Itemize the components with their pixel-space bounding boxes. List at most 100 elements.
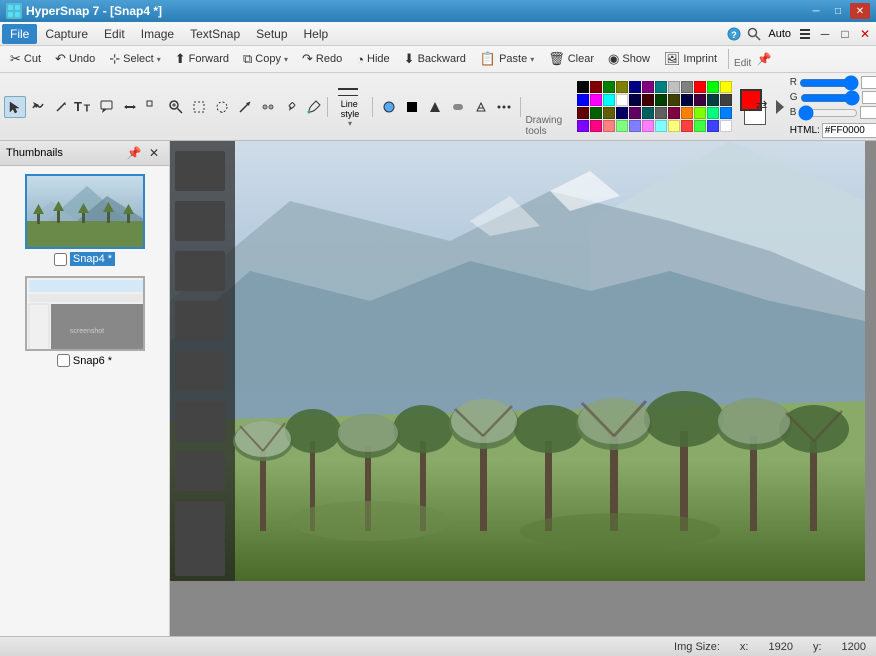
window-min-btn-toolbar[interactable]: ─: [816, 25, 834, 43]
undo-button[interactable]: ↶ Undo: [49, 48, 101, 70]
color-cell-15[interactable]: [616, 94, 628, 106]
imprint-button[interactable]: 🖼 Imprint: [658, 48, 723, 70]
color-cell-39[interactable]: [616, 120, 628, 132]
color-cell-16[interactable]: [629, 94, 641, 106]
canvas-area[interactable]: [170, 141, 876, 636]
color-cell-5[interactable]: [642, 81, 654, 93]
color-cell-10[interactable]: [707, 81, 719, 93]
color-cell-11[interactable]: [720, 81, 732, 93]
color-cell-37[interactable]: [590, 120, 602, 132]
window-restore-btn-toolbar[interactable]: □: [836, 25, 854, 43]
color-cell-44[interactable]: [681, 120, 693, 132]
outline-btn[interactable]: [424, 96, 446, 118]
backward-button[interactable]: ⬇ Backward: [398, 48, 472, 70]
copy-button[interactable]: ⧉ Copy ▾: [237, 48, 294, 70]
pen-tool-btn[interactable]: [50, 96, 72, 118]
effects-tool-btn[interactable]: [257, 96, 279, 118]
b-value[interactable]: 0: [860, 106, 876, 119]
color-cell-17[interactable]: [642, 94, 654, 106]
color-cell-12[interactable]: [577, 94, 589, 106]
color-cell-29[interactable]: [642, 107, 654, 119]
swap-colors-btn[interactable]: ⇄: [756, 97, 768, 114]
color-cell-41[interactable]: [642, 120, 654, 132]
more-tools-btn[interactable]: [142, 96, 164, 118]
line-style-button[interactable]: Linestyle ▾: [333, 82, 367, 131]
menu-help[interactable]: Help: [296, 24, 337, 44]
color-cell-24[interactable]: [577, 107, 589, 119]
dropper-tool-btn[interactable]: [280, 96, 302, 118]
color-cell-18[interactable]: [655, 94, 667, 106]
maximize-button[interactable]: □: [828, 3, 848, 19]
arrow-tool-btn[interactable]: [234, 96, 256, 118]
select-tool-btn[interactable]: [4, 96, 26, 118]
black-fill-btn[interactable]: [401, 96, 423, 118]
snap6-name[interactable]: Snap6 *: [73, 355, 112, 367]
color-cell-42[interactable]: [655, 120, 667, 132]
snap4-thumbnail-img[interactable]: [25, 174, 145, 249]
color-cell-28[interactable]: [629, 107, 641, 119]
color-cell-2[interactable]: [603, 81, 615, 93]
color-cell-20[interactable]: [681, 94, 693, 106]
color-cell-7[interactable]: [668, 81, 680, 93]
color-fill-btn[interactable]: [378, 96, 400, 118]
help-icon-btn[interactable]: ?: [725, 25, 743, 43]
menu-file[interactable]: File: [2, 24, 37, 44]
paint-btn[interactable]: [470, 96, 492, 118]
color-cell-32[interactable]: [681, 107, 693, 119]
select-button[interactable]: ⊹ Select ▾: [103, 48, 167, 70]
html-color-input[interactable]: [822, 123, 876, 138]
move-tool-btn[interactable]: [119, 96, 141, 118]
snap4-checkbox[interactable]: [54, 253, 67, 266]
color-cell-19[interactable]: [668, 94, 680, 106]
b-slider[interactable]: [798, 109, 858, 117]
close-button[interactable]: ✕: [850, 3, 870, 19]
callout-tool-btn[interactable]: [96, 96, 118, 118]
color-cell-38[interactable]: [603, 120, 615, 132]
menu-edit[interactable]: Edit: [96, 24, 133, 44]
freeform-tool-btn[interactable]: [27, 96, 49, 118]
round-rect-btn[interactable]: [447, 96, 469, 118]
color-cell-47[interactable]: [720, 120, 732, 132]
window-close-btn-toolbar[interactable]: ✕: [856, 25, 874, 43]
color-cell-9[interactable]: [694, 81, 706, 93]
more-fill-btn[interactable]: [493, 96, 515, 118]
color-cell-1[interactable]: [590, 81, 602, 93]
color-cell-40[interactable]: [629, 120, 641, 132]
color-cell-30[interactable]: [655, 107, 667, 119]
thumbnails-close-btn[interactable]: ✕: [145, 144, 163, 162]
color-cell-25[interactable]: [590, 107, 602, 119]
menu-setup[interactable]: Setup: [248, 24, 295, 44]
snap6-checkbox[interactable]: [57, 354, 70, 367]
color-arrow-btn[interactable]: [772, 96, 788, 118]
g-slider[interactable]: [800, 94, 860, 102]
crop-tool-btn[interactable]: [188, 96, 210, 118]
color-cell-0[interactable]: [577, 81, 589, 93]
minimize-button[interactable]: ─: [806, 3, 826, 19]
color-cell-33[interactable]: [694, 107, 706, 119]
color-cell-34[interactable]: [707, 107, 719, 119]
menu-capture[interactable]: Capture: [37, 24, 96, 44]
color-cell-23[interactable]: [720, 94, 732, 106]
menu-textsnap[interactable]: TextSnap: [182, 24, 248, 44]
snap6-thumbnail-img[interactable]: screenshot: [25, 276, 145, 351]
color-cell-8[interactable]: [681, 81, 693, 93]
color-cell-45[interactable]: [694, 120, 706, 132]
g-value[interactable]: 255: [862, 91, 876, 104]
fill-dropper-btn[interactable]: [306, 96, 322, 118]
paste-button[interactable]: 📋 Paste ▾: [474, 48, 540, 70]
color-cell-35[interactable]: [720, 107, 732, 119]
color-cell-43[interactable]: [668, 120, 680, 132]
color-cell-46[interactable]: [707, 120, 719, 132]
snap4-name[interactable]: Snap4 *: [70, 252, 115, 266]
forward-button[interactable]: ⬆ Forward: [169, 48, 235, 70]
search-icon-btn[interactable]: [745, 25, 763, 43]
clear-button[interactable]: 🗑 Clear: [542, 48, 600, 70]
toolbar-settings-btn[interactable]: [796, 25, 814, 43]
r-slider[interactable]: [799, 79, 859, 87]
color-cell-31[interactable]: [668, 107, 680, 119]
color-cell-22[interactable]: [707, 94, 719, 106]
r-value[interactable]: 255: [861, 76, 876, 89]
lasso-tool-btn[interactable]: [211, 96, 233, 118]
menu-image[interactable]: Image: [133, 24, 182, 44]
color-cell-14[interactable]: [603, 94, 615, 106]
